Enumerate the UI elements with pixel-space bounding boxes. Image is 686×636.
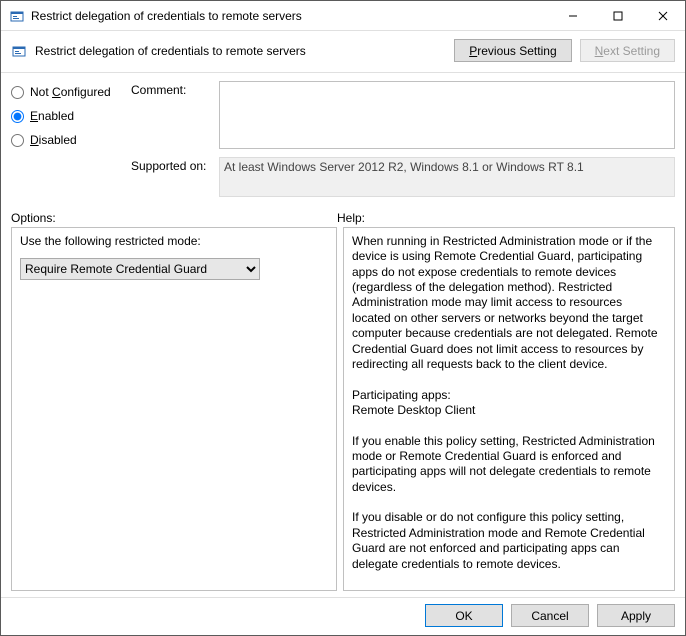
mode-label: Use the following restricted mode: bbox=[20, 234, 328, 248]
disabled-label[interactable]: Disabled bbox=[30, 133, 77, 147]
disabled-radio[interactable] bbox=[11, 134, 24, 147]
supported-on-text: At least Windows Server 2012 R2, Windows… bbox=[219, 157, 675, 197]
previous-setting-button[interactable]: Previous Setting bbox=[454, 39, 571, 62]
ok-button[interactable]: OK bbox=[425, 604, 503, 627]
next-setting-button[interactable]: Next Setting bbox=[580, 39, 675, 62]
options-section-label: Options: bbox=[11, 211, 337, 225]
maximize-button[interactable] bbox=[595, 1, 640, 30]
policy-icon bbox=[11, 43, 27, 59]
state-radio-group: Not Configured Enabled Disabled bbox=[11, 81, 131, 205]
not-configured-radio[interactable] bbox=[11, 86, 24, 99]
mode-select[interactable]: Require Remote Credential Guard bbox=[20, 258, 260, 280]
policy-header: Restrict delegation of credentials to re… bbox=[1, 31, 685, 73]
supported-on-label: Supported on: bbox=[131, 157, 219, 197]
options-panel: Use the following restricted mode: Requi… bbox=[11, 227, 337, 591]
apply-button[interactable]: Apply bbox=[597, 604, 675, 627]
comment-textarea[interactable] bbox=[219, 81, 675, 149]
title-bar: Restrict delegation of credentials to re… bbox=[1, 1, 685, 31]
help-section-label: Help: bbox=[337, 211, 365, 225]
window-title: Restrict delegation of credentials to re… bbox=[31, 9, 550, 23]
policy-title: Restrict delegation of credentials to re… bbox=[35, 44, 446, 58]
not-configured-label[interactable]: Not Configured bbox=[30, 85, 111, 99]
enabled-radio[interactable] bbox=[11, 110, 24, 123]
enabled-label[interactable]: Enabled bbox=[30, 109, 74, 123]
help-text: When running in Restricted Administratio… bbox=[352, 234, 666, 584]
cancel-button[interactable]: Cancel bbox=[511, 604, 589, 627]
close-button[interactable] bbox=[640, 1, 685, 30]
help-panel: When running in Restricted Administratio… bbox=[343, 227, 675, 591]
comment-label: Comment: bbox=[131, 81, 219, 149]
minimize-button[interactable] bbox=[550, 1, 595, 30]
window-icon bbox=[9, 8, 25, 24]
dialog-footer: OK Cancel Apply bbox=[1, 597, 685, 635]
